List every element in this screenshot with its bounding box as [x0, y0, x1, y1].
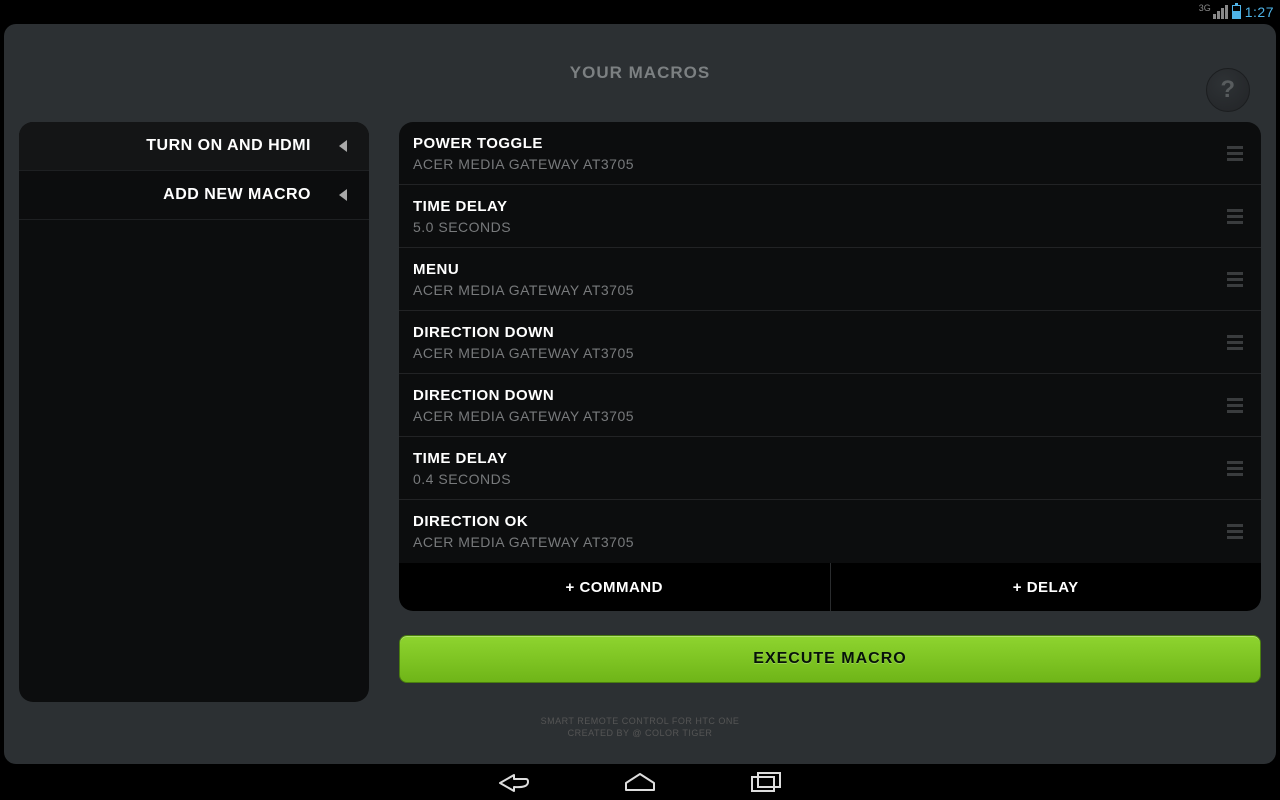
- step-subtitle: ACER MEDIA GATEWAY AT3705: [413, 408, 1227, 424]
- sidebar-item-add-macro[interactable]: ADD NEW MACRO: [19, 171, 369, 220]
- drag-handle-icon[interactable]: [1227, 524, 1247, 539]
- step-title: DIRECTION DOWN: [413, 387, 1227, 404]
- footer-line2: CREATED BY @ COLOR TIGER: [4, 728, 1276, 740]
- signal-icon: [1213, 5, 1228, 19]
- drag-handle-icon[interactable]: [1227, 398, 1247, 413]
- macro-step[interactable]: TIME DELAY 5.0 SECONDS: [399, 185, 1261, 248]
- add-delay-label: + DELAY: [1013, 579, 1079, 596]
- sidebar-item-macro[interactable]: TURN ON AND HDMI: [19, 122, 369, 171]
- drag-handle-icon[interactable]: [1227, 461, 1247, 476]
- step-subtitle: ACER MEDIA GATEWAY AT3705: [413, 534, 1227, 550]
- android-status-bar: 3G 1:27: [0, 0, 1280, 24]
- recent-apps-icon[interactable]: [748, 771, 784, 793]
- add-delay-button[interactable]: + DELAY: [831, 563, 1262, 611]
- execute-macro-button[interactable]: EXECUTE MACRO: [399, 635, 1261, 683]
- macro-step[interactable]: MENU ACER MEDIA GATEWAY AT3705: [399, 248, 1261, 311]
- help-button[interactable]: ?: [1206, 68, 1250, 112]
- step-title: DIRECTION OK: [413, 513, 1227, 530]
- battery-icon: [1232, 5, 1241, 19]
- step-subtitle: 0.4 SECONDS: [413, 471, 1227, 487]
- footer-line1: SMART REMOTE CONTROL FOR HTC ONE: [4, 716, 1276, 728]
- drag-handle-icon[interactable]: [1227, 272, 1247, 287]
- chevron-left-icon: [339, 189, 347, 201]
- step-subtitle: 5.0 SECONDS: [413, 219, 1227, 235]
- step-title: MENU: [413, 261, 1227, 278]
- header: YOUR MACROS ?: [4, 24, 1276, 122]
- network-type: 3G: [1199, 3, 1211, 13]
- step-subtitle: ACER MEDIA GATEWAY AT3705: [413, 345, 1227, 361]
- add-command-button[interactable]: + COMMAND: [399, 563, 831, 611]
- macro-step[interactable]: TIME DELAY 0.4 SECONDS: [399, 437, 1261, 500]
- add-row: + COMMAND + DELAY: [399, 563, 1261, 611]
- app-panel: YOUR MACROS ? TURN ON AND HDMI ADD NEW M…: [4, 24, 1276, 764]
- macro-step[interactable]: DIRECTION DOWN ACER MEDIA GATEWAY AT3705: [399, 311, 1261, 374]
- step-subtitle: ACER MEDIA GATEWAY AT3705: [413, 156, 1227, 172]
- drag-handle-icon[interactable]: [1227, 209, 1247, 224]
- step-subtitle: ACER MEDIA GATEWAY AT3705: [413, 282, 1227, 298]
- add-command-label: + COMMAND: [566, 579, 663, 596]
- help-icon: ?: [1220, 76, 1235, 104]
- footer: SMART REMOTE CONTROL FOR HTC ONE CREATED…: [4, 716, 1276, 739]
- chevron-left-icon: [339, 140, 347, 152]
- macro-step[interactable]: DIRECTION OK ACER MEDIA GATEWAY AT3705: [399, 500, 1261, 563]
- sidebar-item-label: TURN ON AND HDMI: [146, 137, 311, 155]
- drag-handle-icon[interactable]: [1227, 146, 1247, 161]
- sidebar: TURN ON AND HDMI ADD NEW MACRO: [19, 122, 369, 702]
- macro-step[interactable]: DIRECTION DOWN ACER MEDIA GATEWAY AT3705: [399, 374, 1261, 437]
- step-title: TIME DELAY: [413, 450, 1227, 467]
- android-nav-bar: [0, 764, 1280, 800]
- page-title: YOUR MACROS: [570, 63, 710, 83]
- main-content: POWER TOGGLE ACER MEDIA GATEWAY AT3705 T…: [399, 122, 1261, 702]
- sidebar-item-label: ADD NEW MACRO: [163, 186, 311, 204]
- macro-steps-list: POWER TOGGLE ACER MEDIA GATEWAY AT3705 T…: [399, 122, 1261, 563]
- step-title: DIRECTION DOWN: [413, 324, 1227, 341]
- home-icon[interactable]: [622, 771, 658, 793]
- step-title: POWER TOGGLE: [413, 135, 1227, 152]
- step-title: TIME DELAY: [413, 198, 1227, 215]
- macro-step[interactable]: POWER TOGGLE ACER MEDIA GATEWAY AT3705: [399, 122, 1261, 185]
- drag-handle-icon[interactable]: [1227, 335, 1247, 350]
- execute-label: EXECUTE MACRO: [753, 650, 906, 668]
- clock: 1:27: [1245, 4, 1274, 20]
- back-icon[interactable]: [496, 771, 532, 793]
